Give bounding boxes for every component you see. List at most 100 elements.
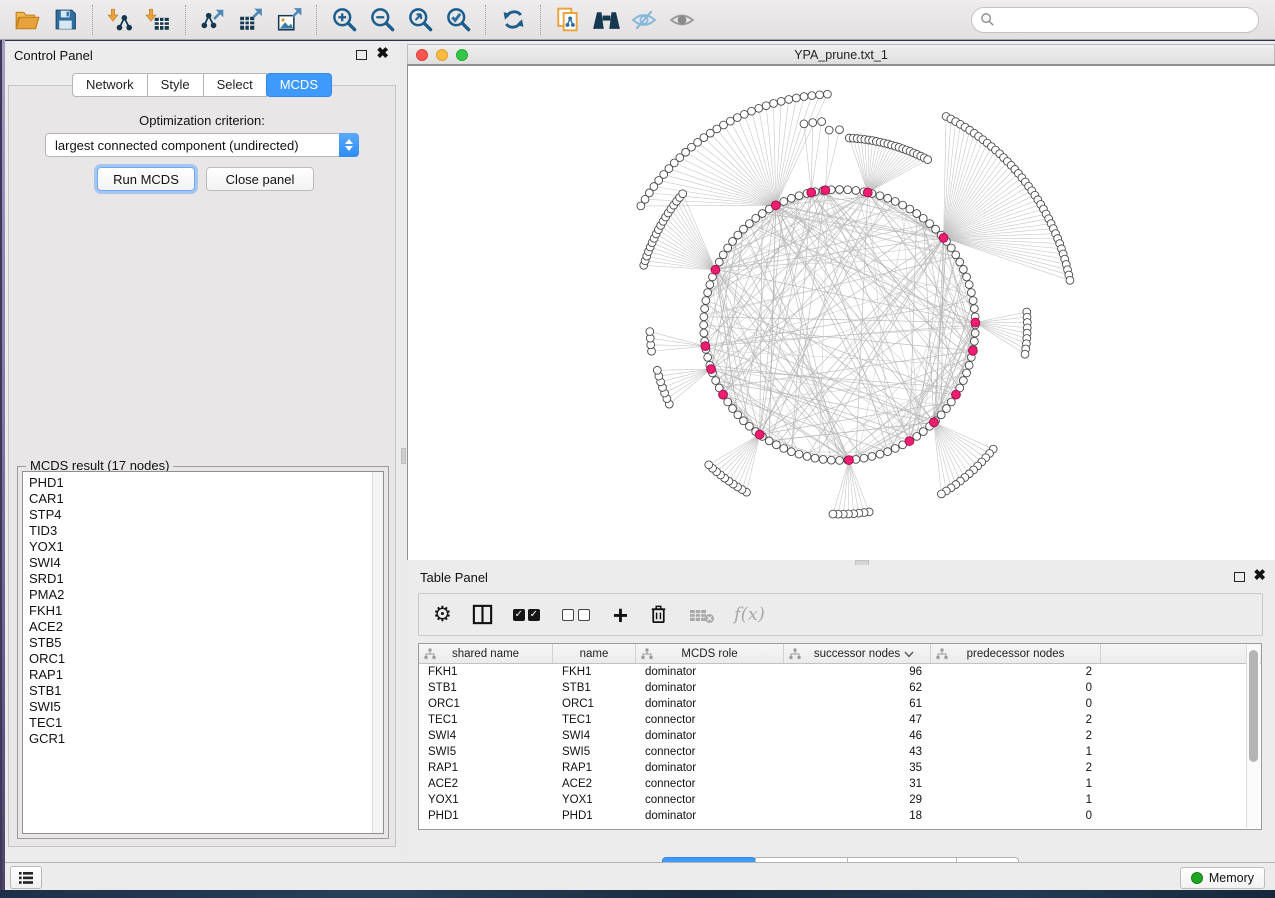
open-folder-icon[interactable] bbox=[11, 4, 43, 36]
satellite-node[interactable] bbox=[829, 510, 837, 518]
ring-node[interactable] bbox=[795, 450, 803, 458]
satellite-node[interactable] bbox=[726, 117, 734, 125]
mcds-hub-node[interactable] bbox=[939, 234, 948, 243]
ring-node[interactable] bbox=[844, 186, 852, 194]
network-window-titlebar[interactable]: YPA_prune.txt_1 bbox=[407, 44, 1275, 64]
ring-node[interactable] bbox=[926, 220, 934, 228]
satellite-node[interactable] bbox=[762, 102, 770, 110]
ring-node[interactable] bbox=[746, 220, 754, 228]
ring-node[interactable] bbox=[704, 289, 712, 297]
ring-node[interactable] bbox=[947, 244, 955, 252]
ring-node[interactable] bbox=[724, 398, 732, 406]
ring-node[interactable] bbox=[836, 457, 844, 465]
mcds-result-list[interactable]: PHD1CAR1STP4TID3YOX1SWI4SRD1PMA2FKH1ACE2… bbox=[22, 471, 384, 834]
mcds-result-item[interactable]: YOX1 bbox=[29, 539, 383, 555]
ring-node[interactable] bbox=[971, 329, 979, 337]
satellite-node[interactable] bbox=[653, 366, 661, 374]
mcds-hub-node[interactable] bbox=[971, 318, 980, 327]
ring-node[interactable] bbox=[891, 445, 899, 453]
column-header-mcds-role[interactable]: MCDS role bbox=[636, 644, 784, 663]
mcds-result-item[interactable]: SWI5 bbox=[29, 699, 383, 715]
ring-node[interactable] bbox=[702, 297, 710, 305]
ring-node[interactable] bbox=[712, 377, 720, 385]
mcds-result-item[interactable]: RAP1 bbox=[29, 667, 383, 683]
satellite-node[interactable] bbox=[824, 90, 832, 98]
refresh-icon[interactable] bbox=[497, 4, 529, 36]
ring-node[interactable] bbox=[970, 337, 978, 345]
close-panel-icon[interactable]: ✖ bbox=[1253, 567, 1266, 585]
export-image-icon[interactable] bbox=[273, 4, 305, 36]
deselect-all-icon[interactable] bbox=[562, 600, 594, 630]
delete-icon[interactable] bbox=[647, 600, 670, 630]
satellite-node[interactable] bbox=[809, 119, 817, 127]
columns-icon[interactable] bbox=[471, 600, 494, 630]
ring-node[interactable] bbox=[734, 411, 742, 419]
ring-node[interactable] bbox=[967, 289, 975, 297]
mcds-hub-node[interactable] bbox=[707, 365, 716, 374]
mcds-hub-node[interactable] bbox=[968, 346, 977, 355]
mcds-hub-node[interactable] bbox=[807, 188, 816, 197]
mcds-hub-node[interactable] bbox=[821, 186, 830, 195]
add-column-icon[interactable]: + bbox=[613, 600, 628, 630]
mcds-hub-node[interactable] bbox=[701, 342, 710, 351]
close-panel-icon[interactable]: ✖ bbox=[376, 45, 389, 63]
ring-node[interactable] bbox=[740, 417, 748, 425]
mcds-result-item[interactable]: GCR1 bbox=[29, 731, 383, 747]
close-panel-button[interactable]: Close panel bbox=[206, 167, 314, 191]
tab-style[interactable]: Style bbox=[147, 73, 204, 97]
clone-network-icon[interactable] bbox=[552, 4, 584, 36]
column-header-name[interactable]: name bbox=[553, 644, 636, 663]
mcds-result-item[interactable]: SRD1 bbox=[29, 571, 383, 587]
mcds-list-scrollbar[interactable] bbox=[372, 472, 383, 833]
table-row[interactable]: TEC1TEC1connector472 bbox=[419, 712, 1261, 728]
ring-node[interactable] bbox=[827, 456, 835, 464]
satellite-node[interactable] bbox=[924, 156, 932, 164]
mcds-result-item[interactable]: ORC1 bbox=[29, 651, 383, 667]
ring-node[interactable] bbox=[963, 273, 971, 281]
ring-node[interactable] bbox=[719, 251, 727, 259]
ring-node[interactable] bbox=[963, 369, 971, 377]
zoom-in-icon[interactable] bbox=[328, 4, 360, 36]
table-row[interactable]: SWI5SWI5connector431 bbox=[419, 744, 1261, 760]
column-header-predecessor-nodes[interactable]: predecessor nodes bbox=[931, 644, 1101, 663]
export-table-icon[interactable] bbox=[235, 4, 267, 36]
table-row[interactable]: RAP1RAP1dominator352 bbox=[419, 760, 1261, 776]
ring-node[interactable] bbox=[906, 205, 914, 213]
satellite-node[interactable] bbox=[777, 97, 785, 105]
ring-node[interactable] bbox=[700, 313, 708, 321]
mcds-result-item[interactable]: FKH1 bbox=[29, 603, 383, 619]
satellite-node[interactable] bbox=[740, 110, 748, 118]
table-row[interactable]: ORC1ORC1dominator610 bbox=[419, 696, 1261, 712]
ring-node[interactable] bbox=[884, 194, 892, 202]
mcds-hub-node[interactable] bbox=[952, 390, 961, 399]
mcds-hub-node[interactable] bbox=[771, 201, 780, 210]
mcds-result-item[interactable]: STB5 bbox=[29, 635, 383, 651]
ring-node[interactable] bbox=[965, 361, 973, 369]
search-box[interactable] bbox=[971, 7, 1259, 33]
ring-node[interactable] bbox=[701, 305, 709, 313]
table-row[interactable]: ACE2ACE2connector311 bbox=[419, 776, 1261, 792]
ring-node[interactable] bbox=[868, 453, 876, 461]
mcds-result-item[interactable]: ACE2 bbox=[29, 619, 383, 635]
ring-node[interactable] bbox=[965, 281, 973, 289]
memory-button[interactable]: Memory bbox=[1180, 867, 1265, 889]
ring-node[interactable] bbox=[952, 251, 960, 259]
table-scrollbar[interactable] bbox=[1246, 645, 1260, 828]
ring-node[interactable] bbox=[959, 265, 967, 273]
ring-node[interactable] bbox=[943, 405, 951, 413]
mcds-hub-node[interactable] bbox=[905, 437, 914, 446]
tab-network[interactable]: Network bbox=[72, 73, 148, 97]
ring-node[interactable] bbox=[937, 411, 945, 419]
table-row[interactable]: PHD1PHD1dominator180 bbox=[419, 808, 1261, 824]
splitter-handle[interactable] bbox=[401, 448, 406, 464]
mcds-hub-node[interactable] bbox=[755, 430, 764, 439]
satellite-node[interactable] bbox=[679, 190, 687, 198]
mcds-result-item[interactable]: TID3 bbox=[29, 523, 383, 539]
mcds-hub-node[interactable] bbox=[863, 188, 872, 197]
satellite-node[interactable] bbox=[755, 104, 763, 112]
ring-node[interactable] bbox=[819, 456, 827, 464]
satellite-node[interactable] bbox=[818, 118, 826, 126]
table-row[interactable]: STB1STB1dominator620 bbox=[419, 680, 1261, 696]
satellite-node[interactable] bbox=[792, 94, 800, 102]
run-mcds-button[interactable]: Run MCDS bbox=[97, 167, 195, 191]
